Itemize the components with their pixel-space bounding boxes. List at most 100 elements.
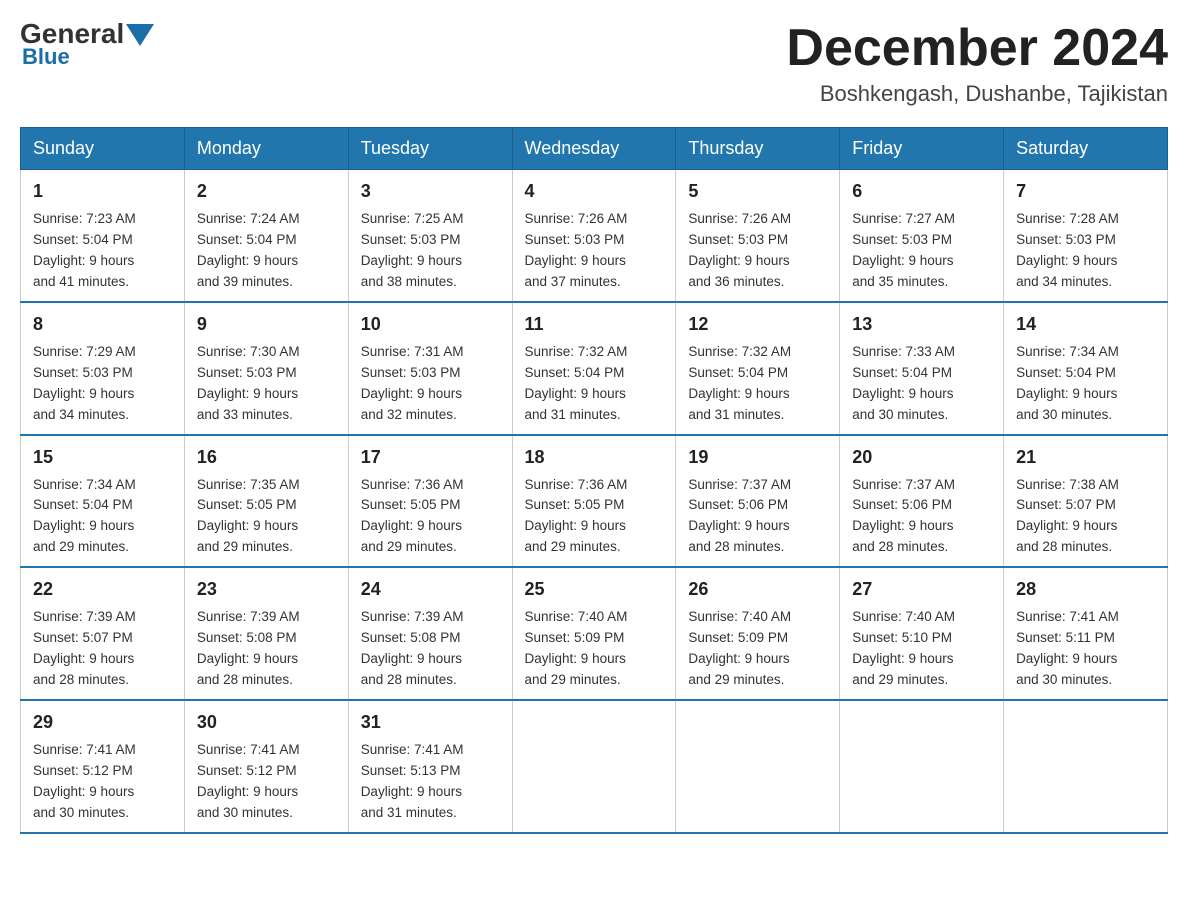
- day-info: Sunrise: 7:34 AMSunset: 5:04 PMDaylight:…: [1016, 342, 1155, 426]
- day-number: 20: [852, 444, 991, 471]
- col-header-sunday: Sunday: [21, 128, 185, 170]
- col-header-friday: Friday: [840, 128, 1004, 170]
- calendar-header-row: SundayMondayTuesdayWednesdayThursdayFrid…: [21, 128, 1168, 170]
- day-number: 1: [33, 178, 172, 205]
- day-number: 13: [852, 311, 991, 338]
- day-number: 24: [361, 576, 500, 603]
- page-header: General Blue December 2024 Boshkengash, …: [20, 20, 1168, 107]
- day-number: 9: [197, 311, 336, 338]
- day-number: 26: [688, 576, 827, 603]
- day-info: Sunrise: 7:27 AMSunset: 5:03 PMDaylight:…: [852, 209, 991, 293]
- day-info: Sunrise: 7:28 AMSunset: 5:03 PMDaylight:…: [1016, 209, 1155, 293]
- day-info: Sunrise: 7:35 AMSunset: 5:05 PMDaylight:…: [197, 475, 336, 559]
- day-cell: 13 Sunrise: 7:33 AMSunset: 5:04 PMDayligh…: [840, 302, 1004, 435]
- day-number: 21: [1016, 444, 1155, 471]
- day-info: Sunrise: 7:41 AMSunset: 5:12 PMDaylight:…: [33, 740, 172, 824]
- day-number: 30: [197, 709, 336, 736]
- day-info: Sunrise: 7:41 AMSunset: 5:11 PMDaylight:…: [1016, 607, 1155, 691]
- day-cell: 11Sunrise: 7:32 AMSunset: 5:04 PMDayligh…: [512, 302, 676, 435]
- day-info: Sunrise: 7:32 AMSunset: 5:04 PMDaylight:…: [688, 342, 827, 426]
- day-cell: 29 Sunrise: 7:41 AMSunset: 5:12 PMDayligh…: [21, 700, 185, 833]
- week-row-5: 29 Sunrise: 7:41 AMSunset: 5:12 PMDayligh…: [21, 700, 1168, 833]
- title-section: December 2024 Boshkengash, Dushanbe, Taj…: [786, 20, 1168, 107]
- day-cell: 16 Sunrise: 7:35 AMSunset: 5:05 PMDayligh…: [184, 435, 348, 568]
- day-info: Sunrise: 7:41 AMSunset: 5:12 PMDaylight:…: [197, 740, 336, 824]
- col-header-saturday: Saturday: [1004, 128, 1168, 170]
- day-cell: 15Sunrise: 7:34 AMSunset: 5:04 PMDayligh…: [21, 435, 185, 568]
- day-number: 29: [33, 709, 172, 736]
- col-header-monday: Monday: [184, 128, 348, 170]
- day-cell: 19Sunrise: 7:37 AMSunset: 5:06 PMDayligh…: [676, 435, 840, 568]
- day-info: Sunrise: 7:39 AMSunset: 5:08 PMDaylight:…: [361, 607, 500, 691]
- day-cell: 23 Sunrise: 7:39 AMSunset: 5:08 PMDayligh…: [184, 567, 348, 700]
- week-row-4: 22 Sunrise: 7:39 AMSunset: 5:07 PMDayligh…: [21, 567, 1168, 700]
- day-cell: 12 Sunrise: 7:32 AMSunset: 5:04 PMDayligh…: [676, 302, 840, 435]
- day-number: 7: [1016, 178, 1155, 205]
- day-info: Sunrise: 7:40 AMSunset: 5:09 PMDaylight:…: [688, 607, 827, 691]
- week-row-1: 1Sunrise: 7:23 AMSunset: 5:04 PMDaylight…: [21, 170, 1168, 302]
- week-row-3: 15Sunrise: 7:34 AMSunset: 5:04 PMDayligh…: [21, 435, 1168, 568]
- day-info: Sunrise: 7:38 AMSunset: 5:07 PMDaylight:…: [1016, 475, 1155, 559]
- logo-triangle-icon: [126, 24, 154, 46]
- day-info: Sunrise: 7:40 AMSunset: 5:09 PMDaylight:…: [525, 607, 664, 691]
- day-cell: 27 Sunrise: 7:40 AMSunset: 5:10 PMDayligh…: [840, 567, 1004, 700]
- day-number: 6: [852, 178, 991, 205]
- day-cell: 14 Sunrise: 7:34 AMSunset: 5:04 PMDayligh…: [1004, 302, 1168, 435]
- day-number: 27: [852, 576, 991, 603]
- day-cell: [1004, 700, 1168, 833]
- day-cell: 3Sunrise: 7:25 AMSunset: 5:03 PMDaylight…: [348, 170, 512, 302]
- day-cell: 17 Sunrise: 7:36 AMSunset: 5:05 PMDayligh…: [348, 435, 512, 568]
- day-cell: 24 Sunrise: 7:39 AMSunset: 5:08 PMDayligh…: [348, 567, 512, 700]
- day-number: 12: [688, 311, 827, 338]
- day-number: 28: [1016, 576, 1155, 603]
- day-cell: 9Sunrise: 7:30 AMSunset: 5:03 PMDaylight…: [184, 302, 348, 435]
- week-row-2: 8Sunrise: 7:29 AMSunset: 5:03 PMDaylight…: [21, 302, 1168, 435]
- day-info: Sunrise: 7:37 AMSunset: 5:06 PMDaylight:…: [852, 475, 991, 559]
- day-cell: 21 Sunrise: 7:38 AMSunset: 5:07 PMDayligh…: [1004, 435, 1168, 568]
- day-number: 3: [361, 178, 500, 205]
- day-info: Sunrise: 7:26 AMSunset: 5:03 PMDaylight:…: [688, 209, 827, 293]
- day-cell: 22 Sunrise: 7:39 AMSunset: 5:07 PMDayligh…: [21, 567, 185, 700]
- day-number: 5: [688, 178, 827, 205]
- day-cell: 26 Sunrise: 7:40 AMSunset: 5:09 PMDayligh…: [676, 567, 840, 700]
- day-cell: 5 Sunrise: 7:26 AMSunset: 5:03 PMDaylight…: [676, 170, 840, 302]
- logo: General Blue: [20, 20, 156, 70]
- day-info: Sunrise: 7:40 AMSunset: 5:10 PMDaylight:…: [852, 607, 991, 691]
- day-number: 16: [197, 444, 336, 471]
- day-cell: 18Sunrise: 7:36 AMSunset: 5:05 PMDayligh…: [512, 435, 676, 568]
- day-info: Sunrise: 7:26 AMSunset: 5:03 PMDaylight:…: [525, 209, 664, 293]
- day-info: Sunrise: 7:37 AMSunset: 5:06 PMDaylight:…: [688, 475, 827, 559]
- col-header-tuesday: Tuesday: [348, 128, 512, 170]
- col-header-thursday: Thursday: [676, 128, 840, 170]
- day-info: Sunrise: 7:39 AMSunset: 5:08 PMDaylight:…: [197, 607, 336, 691]
- day-number: 31: [361, 709, 500, 736]
- day-info: Sunrise: 7:39 AMSunset: 5:07 PMDaylight:…: [33, 607, 172, 691]
- day-number: 15: [33, 444, 172, 471]
- day-cell: 31 Sunrise: 7:41 AMSunset: 5:13 PMDayligh…: [348, 700, 512, 833]
- day-number: 11: [525, 311, 664, 338]
- day-info: Sunrise: 7:24 AMSunset: 5:04 PMDaylight:…: [197, 209, 336, 293]
- day-info: Sunrise: 7:36 AMSunset: 5:05 PMDaylight:…: [361, 475, 500, 559]
- day-cell: 4 Sunrise: 7:26 AMSunset: 5:03 PMDaylight…: [512, 170, 676, 302]
- day-info: Sunrise: 7:29 AMSunset: 5:03 PMDaylight:…: [33, 342, 172, 426]
- day-info: Sunrise: 7:41 AMSunset: 5:13 PMDaylight:…: [361, 740, 500, 824]
- col-header-wednesday: Wednesday: [512, 128, 676, 170]
- day-cell: [840, 700, 1004, 833]
- day-info: Sunrise: 7:33 AMSunset: 5:04 PMDaylight:…: [852, 342, 991, 426]
- day-number: 18: [525, 444, 664, 471]
- page-subtitle: Boshkengash, Dushanbe, Tajikistan: [786, 81, 1168, 107]
- day-number: 23: [197, 576, 336, 603]
- day-number: 17: [361, 444, 500, 471]
- day-number: 14: [1016, 311, 1155, 338]
- day-cell: 2 Sunrise: 7:24 AMSunset: 5:04 PMDaylight…: [184, 170, 348, 302]
- day-cell: 7 Sunrise: 7:28 AMSunset: 5:03 PMDaylight…: [1004, 170, 1168, 302]
- day-cell: 25Sunrise: 7:40 AMSunset: 5:09 PMDayligh…: [512, 567, 676, 700]
- day-number: 2: [197, 178, 336, 205]
- calendar-table: SundayMondayTuesdayWednesdayThursdayFrid…: [20, 127, 1168, 833]
- day-cell: 28 Sunrise: 7:41 AMSunset: 5:11 PMDayligh…: [1004, 567, 1168, 700]
- day-cell: 20 Sunrise: 7:37 AMSunset: 5:06 PMDayligh…: [840, 435, 1004, 568]
- day-cell: 10Sunrise: 7:31 AMSunset: 5:03 PMDayligh…: [348, 302, 512, 435]
- day-number: 22: [33, 576, 172, 603]
- day-number: 4: [525, 178, 664, 205]
- day-info: Sunrise: 7:31 AMSunset: 5:03 PMDaylight:…: [361, 342, 500, 426]
